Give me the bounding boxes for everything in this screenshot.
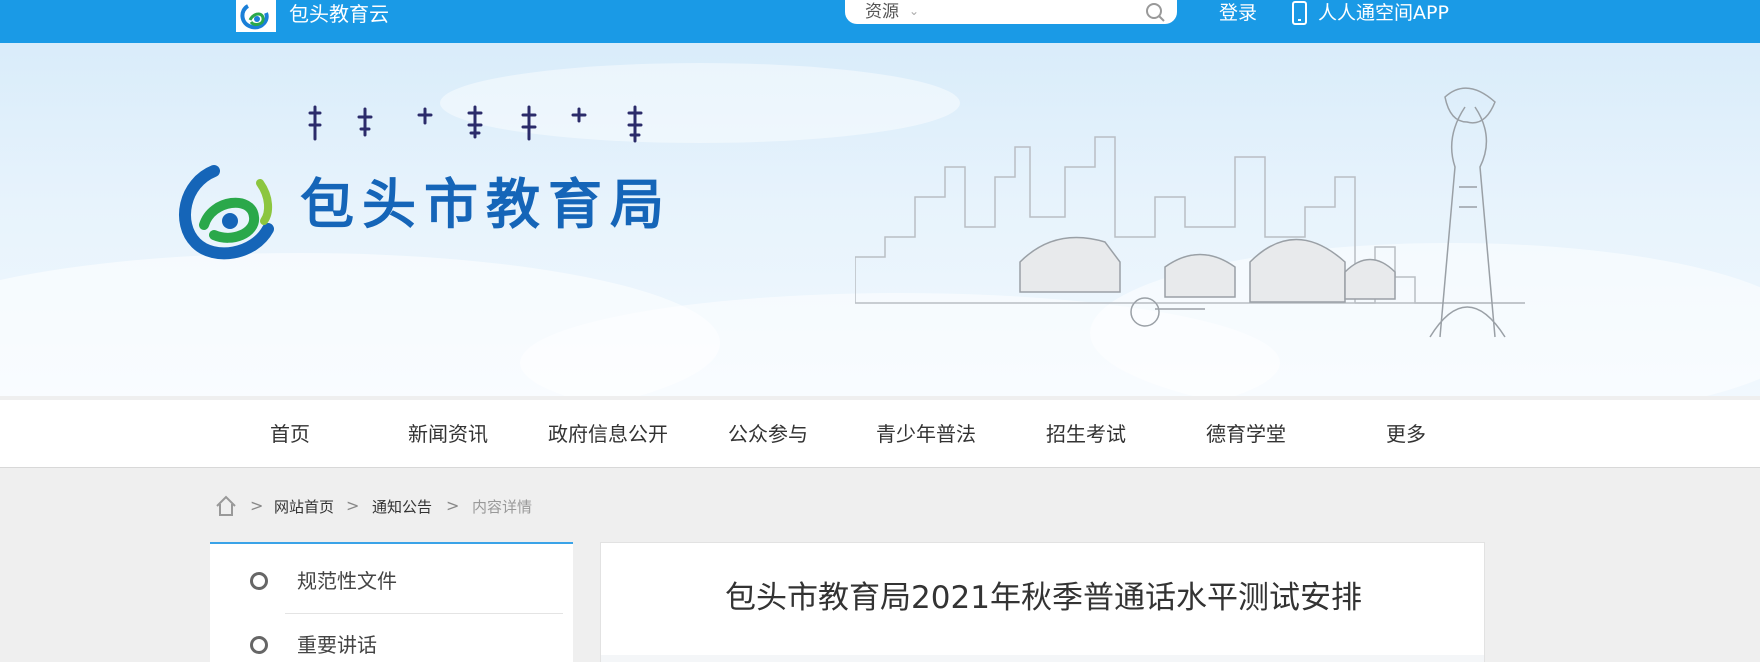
sidebar-divider <box>285 613 563 614</box>
home-icon[interactable] <box>214 494 238 518</box>
nav-item-home[interactable]: 首页 <box>240 400 340 468</box>
city-skyline-illustration <box>854 77 1525 381</box>
breadcrumb-separator: > <box>446 496 460 515</box>
banner-title: 包头市教育局 <box>300 173 672 236</box>
article-panel: 包头市教育局2021年秋季普通话水平测试安排 <box>600 542 1485 662</box>
search-box: 资源 ⌄ <box>845 0 1177 24</box>
main-nav: 首页 新闻资讯 政府信息公开 公众参与 青少年普法 招生考试 德育学堂 更多 <box>0 400 1760 468</box>
site-logo-icon[interactable] <box>236 0 276 32</box>
nav-item-moral-education[interactable]: 德育学堂 <box>1196 400 1296 468</box>
search-type-select[interactable]: 资源 <box>865 1 899 23</box>
nav-item-public-participation[interactable]: 公众参与 <box>718 400 818 468</box>
app-link-label: 人人通空间APP <box>1318 2 1449 24</box>
sidebar-item-normative-documents[interactable]: 规范性文件 <box>210 544 573 606</box>
sidebar: 规范性文件 重要讲话 <box>210 542 573 662</box>
header-banner: 包头市教育局 <box>0 43 1760 396</box>
search-icon[interactable] <box>1143 1 1169 23</box>
education-bureau-logo-icon <box>174 163 278 267</box>
login-link[interactable]: 登录 <box>1219 1 1257 25</box>
circle-icon <box>250 572 268 590</box>
nav-item-more[interactable]: 更多 <box>1356 400 1456 468</box>
sidebar-item-important-speeches[interactable]: 重要讲话 <box>210 616 573 662</box>
sidebar-item-label: 重要讲话 <box>297 633 377 657</box>
nav-item-news[interactable]: 新闻资讯 <box>398 400 498 468</box>
nav-item-youth-law[interactable]: 青少年普法 <box>866 400 986 468</box>
circle-icon <box>250 636 268 654</box>
breadcrumb-separator: > <box>346 496 360 515</box>
breadcrumb-home[interactable]: 网站首页 <box>274 496 334 518</box>
breadcrumb-current: 内容详情 <box>472 498 533 516</box>
nav-item-admissions[interactable]: 招生考试 <box>1036 400 1136 468</box>
chevron-down-icon[interactable]: ⌄ <box>909 0 919 22</box>
phone-icon <box>1290 1 1310 25</box>
sidebar-item-label: 规范性文件 <box>297 569 397 593</box>
article-title: 包头市教育局2021年秋季普通话水平测试安排 <box>725 580 1362 616</box>
article-meta-bar <box>601 655 1484 662</box>
nav-item-gov-info[interactable]: 政府信息公开 <box>538 400 678 468</box>
breadcrumb-separator: > <box>250 496 264 515</box>
mongolian-script-title <box>307 99 657 153</box>
site-name[interactable]: 包头教育云 <box>289 2 389 26</box>
top-bar: 包头教育云 资源 ⌄ 登录 人人通空间APP <box>0 0 1760 43</box>
search-input[interactable] <box>927 1 1127 21</box>
breadcrumb-notices[interactable]: 通知公告 <box>372 496 432 518</box>
